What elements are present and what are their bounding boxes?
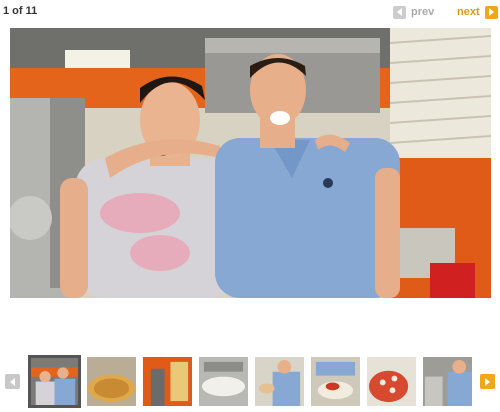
thumbnail-1[interactable] bbox=[28, 355, 81, 408]
image-counter: 1 of 11 bbox=[3, 5, 38, 17]
thumbnail-7[interactable] bbox=[367, 357, 416, 406]
thumbnail-image bbox=[31, 358, 78, 405]
thumbnail-2[interactable] bbox=[87, 357, 136, 406]
thumbnail-image bbox=[367, 357, 416, 406]
next-label: next bbox=[457, 6, 480, 18]
chevron-left-icon bbox=[10, 377, 15, 386]
thumbnail-6[interactable] bbox=[311, 357, 360, 406]
next-arrow-icon bbox=[484, 5, 498, 19]
thumbnail-4[interactable] bbox=[199, 357, 248, 406]
thumbnail-image bbox=[199, 357, 248, 406]
gallery-header: 1 of 11 prev next bbox=[0, 0, 500, 24]
thumbnail-image bbox=[311, 357, 360, 406]
thumbnail-image bbox=[255, 357, 304, 406]
prev-label: prev bbox=[411, 6, 435, 18]
thumbnail-3[interactable] bbox=[143, 357, 192, 406]
thumbnail-image bbox=[143, 357, 192, 406]
thumbnail-strip bbox=[0, 350, 500, 412]
prev-button[interactable]: prev bbox=[393, 4, 434, 20]
thumbnail-image bbox=[87, 357, 136, 406]
thumbnail-8[interactable] bbox=[423, 357, 472, 406]
prev-arrow-icon bbox=[393, 5, 406, 19]
thumbnails-prev-button[interactable] bbox=[5, 374, 20, 389]
photo-image bbox=[10, 28, 491, 298]
thumbnails-next-button[interactable] bbox=[480, 374, 495, 389]
chevron-right-icon bbox=[485, 377, 490, 386]
thumbnail-image bbox=[423, 357, 472, 406]
main-photo[interactable] bbox=[10, 28, 491, 298]
thumbnail-5[interactable] bbox=[255, 357, 304, 406]
next-button[interactable]: next bbox=[457, 4, 498, 20]
